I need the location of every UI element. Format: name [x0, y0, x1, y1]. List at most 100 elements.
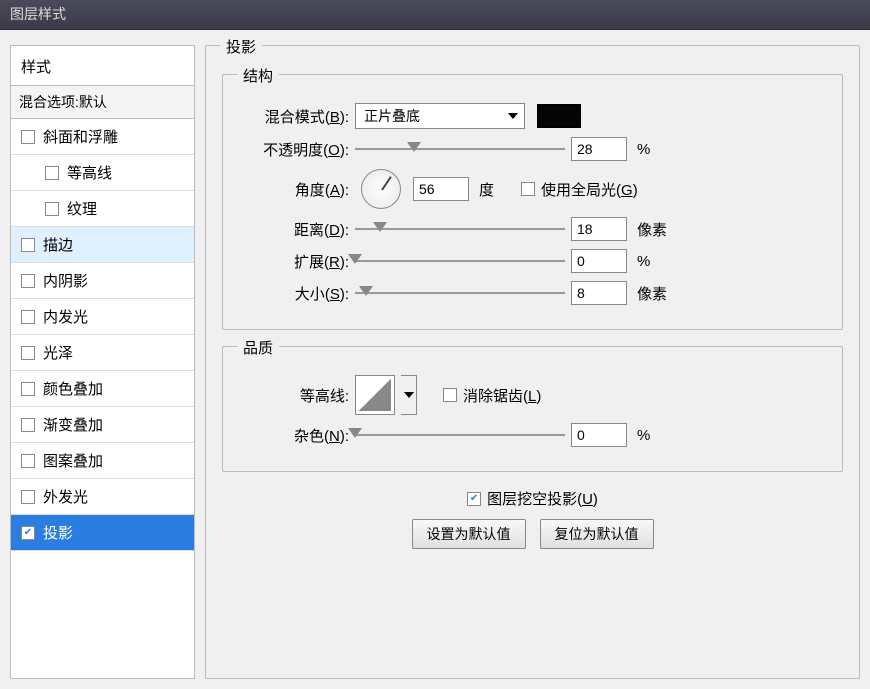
blend-mode-select[interactable]: 正片叠底 [355, 103, 525, 129]
style-item-label: 斜面和浮雕 [43, 126, 118, 147]
distance-row: 距离(D): 像素 [239, 217, 826, 241]
slider-thumb[interactable] [348, 428, 362, 438]
size-slider[interactable] [355, 284, 565, 302]
checkbox-icon[interactable] [21, 346, 35, 360]
blend-mode-row: 混合模式(B): 正片叠底 [239, 103, 826, 129]
distance-slider[interactable] [355, 220, 565, 238]
style-item[interactable]: 内发光 [11, 299, 194, 335]
style-item[interactable]: 等高线 [11, 155, 194, 191]
noise-label: 杂色(N): [239, 425, 349, 446]
reset-default-button[interactable]: 复位为默认值 [540, 519, 654, 549]
style-item-label: 外发光 [43, 486, 88, 507]
contour-preview-icon [359, 379, 391, 411]
opacity-unit: % [637, 141, 673, 158]
distance-unit: 像素 [637, 219, 673, 240]
noise-row: 杂色(N): % [239, 423, 826, 447]
checkbox-icon[interactable] [21, 274, 35, 288]
angle-needle [381, 176, 392, 190]
shadow-color-swatch[interactable] [537, 104, 581, 128]
slider-thumb[interactable] [407, 142, 421, 152]
noise-input[interactable] [571, 423, 627, 447]
style-item[interactable]: 斜面和浮雕 [11, 119, 194, 155]
spread-label: 扩展(R): [239, 251, 349, 272]
checkbox-icon[interactable] [21, 418, 35, 432]
chevron-down-icon [508, 113, 518, 119]
opacity-input[interactable] [571, 137, 627, 161]
spread-input[interactable] [571, 249, 627, 273]
use-global-light-checkbox[interactable]: 使用全局光(G) [521, 179, 638, 200]
quality-title: 品质 [237, 337, 279, 358]
chevron-down-icon [404, 392, 414, 398]
default-buttons-row: 设置为默认值 复位为默认值 [214, 519, 851, 549]
style-item[interactable]: 光泽 [11, 335, 194, 371]
angle-input[interactable] [413, 177, 469, 201]
opacity-slider[interactable] [355, 140, 565, 158]
spread-row: 扩展(R): % [239, 249, 826, 273]
styles-list: 斜面和浮雕等高线纹理描边内阴影内发光光泽颜色叠加渐变叠加图案叠加外发光投影 [11, 119, 194, 678]
checkbox-icon[interactable] [21, 454, 35, 468]
checkbox-icon[interactable] [21, 382, 35, 396]
size-label: 大小(S): [239, 283, 349, 304]
structure-group: 结构 混合模式(B): 正片叠底 不透明度(O): [222, 74, 843, 330]
checkbox-icon[interactable] [21, 490, 35, 504]
knockout-row: 图层挖空投影(U) [214, 488, 851, 509]
contour-label: 等高线: [239, 385, 349, 406]
slider-thumb[interactable] [359, 286, 373, 296]
window-title: 图层样式 [10, 6, 66, 22]
contour-row: 等高线: 消除锯齿(L) [239, 375, 826, 415]
style-item[interactable]: 内阴影 [11, 263, 194, 299]
spread-slider[interactable] [355, 252, 565, 270]
angle-dial[interactable] [361, 169, 401, 209]
antialias-checkbox[interactable]: 消除锯齿(L) [443, 385, 541, 406]
angle-unit: 度 [479, 179, 515, 200]
slider-thumb[interactable] [348, 254, 362, 264]
sidebar-blend-options[interactable]: 混合选项:默认 [11, 85, 194, 119]
angle-row: 角度(A): 度 使用全局光(G) [239, 169, 826, 209]
checkbox-icon[interactable] [21, 130, 35, 144]
angle-label: 角度(A): [239, 179, 349, 200]
checkbox-icon [443, 388, 457, 402]
style-item-label: 渐变叠加 [43, 414, 103, 435]
checkbox-icon[interactable] [21, 310, 35, 324]
style-item-label: 投影 [43, 522, 73, 543]
opacity-label: 不透明度(O): [239, 139, 349, 160]
style-item[interactable]: 纹理 [11, 191, 194, 227]
structure-title: 结构 [237, 65, 279, 86]
window-titlebar: 图层样式 [0, 0, 870, 30]
contour-picker[interactable] [355, 375, 395, 415]
distance-label: 距离(D): [239, 219, 349, 240]
checkbox-icon[interactable] [45, 166, 59, 180]
checkbox-icon[interactable] [21, 238, 35, 252]
style-item[interactable]: 外发光 [11, 479, 194, 515]
effect-group: 投影 结构 混合模式(B): 正片叠底 不透明度(O): [205, 45, 860, 679]
effect-title: 投影 [220, 36, 262, 57]
style-item[interactable]: 图案叠加 [11, 443, 194, 479]
checkbox-icon [521, 182, 535, 196]
style-item-label: 图案叠加 [43, 450, 103, 471]
style-item[interactable]: 描边 [11, 227, 194, 263]
knockout-checkbox[interactable]: 图层挖空投影(U) [467, 488, 598, 509]
dialog-body: 样式 混合选项:默认 斜面和浮雕等高线纹理描边内阴影内发光光泽颜色叠加渐变叠加图… [0, 30, 870, 689]
opacity-row: 不透明度(O): % [239, 137, 826, 161]
checkbox-icon [467, 492, 481, 506]
blend-mode-value: 正片叠底 [364, 106, 420, 126]
style-item[interactable]: 颜色叠加 [11, 371, 194, 407]
checkbox-icon[interactable] [45, 202, 59, 216]
sidebar-header: 样式 [11, 46, 194, 85]
style-item-label: 颜色叠加 [43, 378, 103, 399]
size-unit: 像素 [637, 283, 673, 304]
noise-unit: % [637, 427, 673, 444]
quality-group: 品质 等高线: 消除锯齿(L) 杂色(N): [222, 346, 843, 472]
noise-slider[interactable] [355, 426, 565, 444]
contour-dropdown[interactable] [401, 375, 417, 415]
styles-sidebar: 样式 混合选项:默认 斜面和浮雕等高线纹理描边内阴影内发光光泽颜色叠加渐变叠加图… [10, 45, 195, 679]
style-item[interactable]: 渐变叠加 [11, 407, 194, 443]
distance-input[interactable] [571, 217, 627, 241]
set-default-button[interactable]: 设置为默认值 [412, 519, 526, 549]
style-item-label: 纹理 [67, 198, 97, 219]
size-input[interactable] [571, 281, 627, 305]
slider-thumb[interactable] [373, 222, 387, 232]
checkbox-icon[interactable] [21, 526, 35, 540]
style-item[interactable]: 投影 [11, 515, 194, 551]
blend-mode-label: 混合模式(B): [239, 106, 349, 127]
